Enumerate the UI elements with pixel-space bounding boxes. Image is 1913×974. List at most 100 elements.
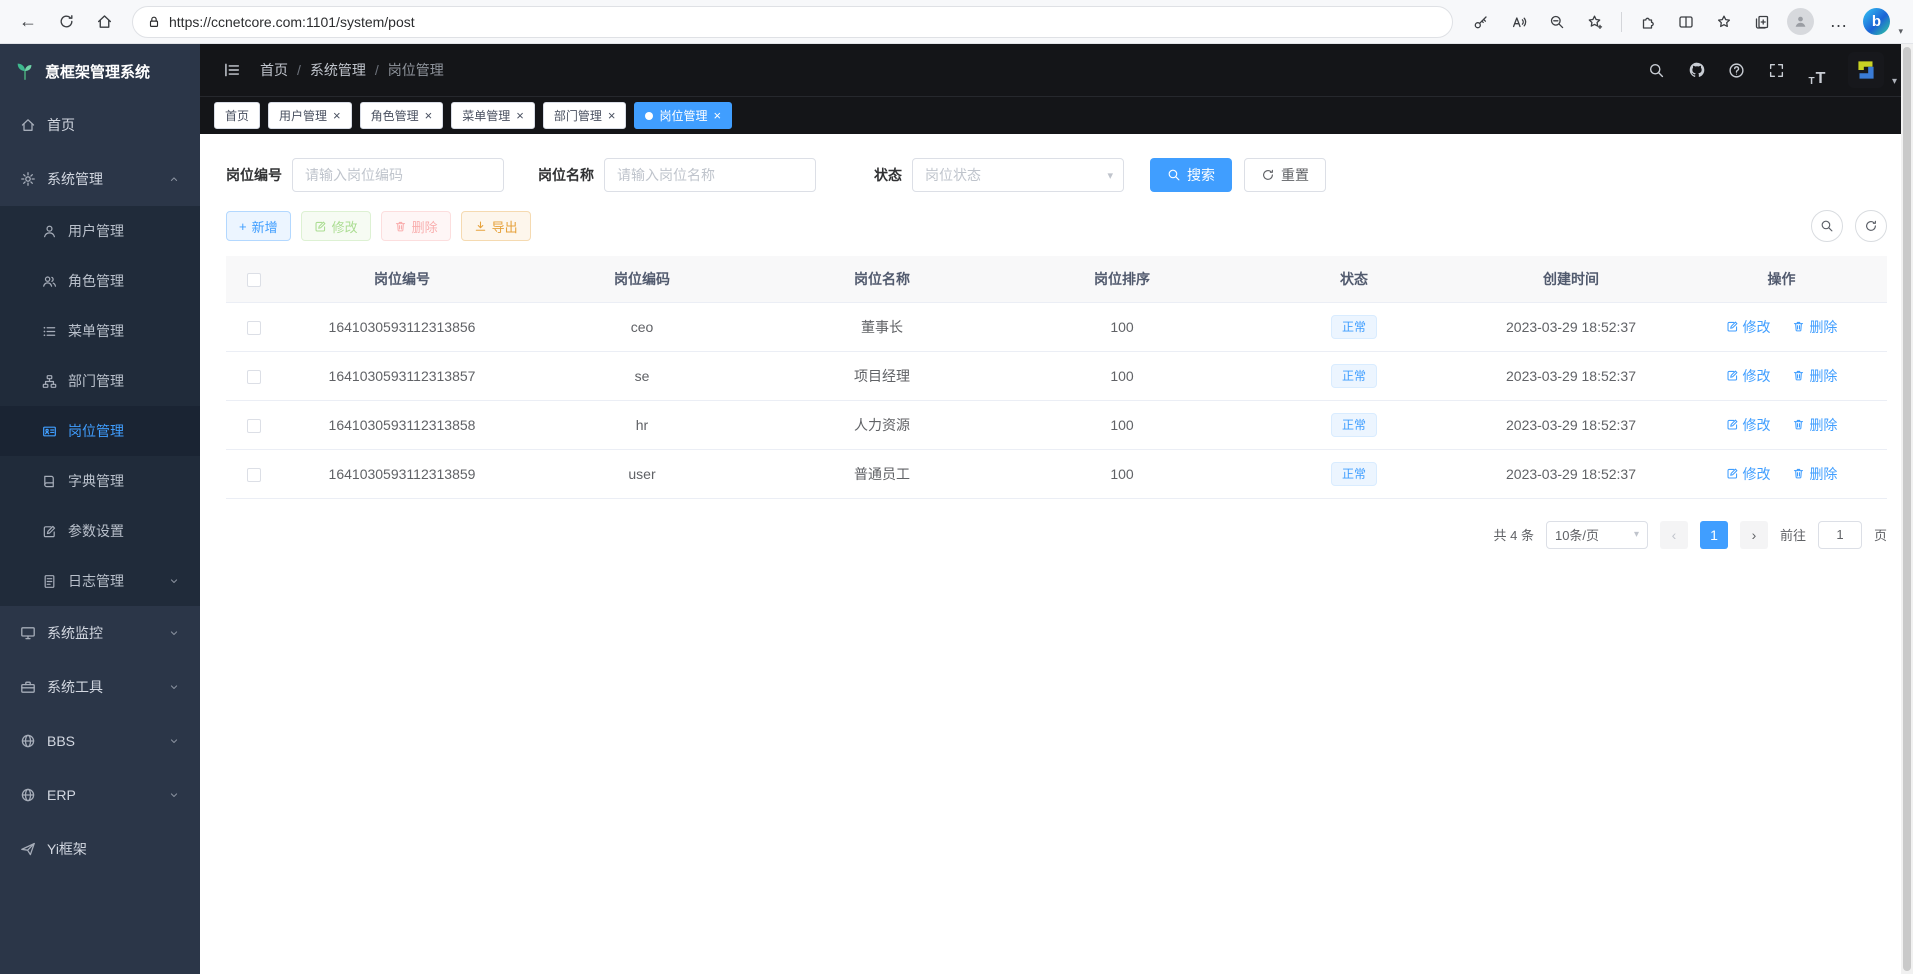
tab-role-management[interactable]: 角色管理 × [360,102,444,129]
sidebar-item-bbs[interactable]: BBS [0,714,200,768]
back-button[interactable]: ← [10,5,46,39]
select-all-checkbox[interactable] [247,273,261,287]
password-key-button[interactable] [1463,5,1499,39]
fullscreen-button[interactable] [1760,53,1794,87]
row-delete-link[interactable]: 删除 [1792,366,1837,386]
sidebar-item-departments[interactable]: 部门管理 [0,356,200,406]
close-icon[interactable]: × [333,109,341,122]
person-icon [1793,14,1808,29]
more-icon: … [1829,11,1847,32]
add-button[interactable]: + 新增 [226,211,291,241]
table-toolbar: + 新增 修改 删除 导出 [226,210,1887,242]
row-edit-link[interactable]: 修改 [1726,415,1771,435]
sidebar-toggle-button[interactable] [216,54,248,86]
favorites-button[interactable] [1706,5,1742,39]
close-icon[interactable]: × [608,109,616,122]
row-checkbox[interactable] [247,370,261,384]
row-delete-link[interactable]: 删除 [1792,415,1837,435]
close-icon[interactable]: × [516,109,524,122]
column-post-id: 岗位编号 [282,256,522,302]
sidebar-item-roles[interactable]: 角色管理 [0,256,200,306]
edit-button[interactable]: 修改 [301,211,371,241]
home-button[interactable] [86,5,122,39]
sidebar-item-menus[interactable]: 菜单管理 [0,306,200,356]
cell-created: 2023-03-29 18:52:37 [1466,400,1676,449]
user-avatar[interactable] [1848,52,1884,88]
tab-post-management[interactable]: 岗位管理 × [634,102,732,129]
header-search-button[interactable] [1640,53,1674,87]
row-delete-link[interactable]: 删除 [1792,317,1837,337]
bing-button[interactable]: b [1858,5,1894,39]
row-checkbox[interactable] [247,321,261,335]
page-size-select[interactable]: 10条/页 ▾ [1546,521,1648,549]
trash-icon [1792,467,1805,480]
navbar-right: T T ▾ [1640,52,1897,88]
row-checkbox[interactable] [247,419,261,433]
trash-icon [1792,369,1805,382]
extensions-button[interactable] [1630,5,1666,39]
window-scrollbar[interactable] [1901,44,1913,974]
sidebar-item-logs[interactable]: 日志管理 [0,556,200,606]
collections-button[interactable] [1744,5,1780,39]
prev-page-button[interactable]: ‹ [1660,521,1688,549]
address-bar[interactable]: https://ccnetcore.com:1101/system/post [132,6,1453,38]
sidebar-item-tools[interactable]: 系统工具 [0,660,200,714]
page-number-button[interactable]: 1 [1700,521,1728,549]
breadcrumb-home[interactable]: 首页 [260,60,288,80]
github-button[interactable] [1680,53,1714,87]
close-icon[interactable]: × [425,109,433,122]
tab-department-management[interactable]: 部门管理 × [543,102,627,129]
row-delete-link[interactable]: 删除 [1792,464,1837,484]
scrollbar-thumb[interactable] [1903,47,1911,971]
font-size-large-icon: T [1816,71,1826,87]
close-icon[interactable]: × [713,109,721,122]
sidebar-item-system[interactable]: 系统管理 [0,152,200,206]
row-checkbox[interactable] [247,468,261,482]
goto-page-input[interactable] [1818,521,1862,549]
help-button[interactable] [1720,53,1754,87]
read-aloud-button[interactable] [1501,5,1537,39]
zoom-button[interactable] [1539,5,1575,39]
sidebar-item-dictionary[interactable]: 字典管理 [0,456,200,506]
browser-profile-button[interactable] [1782,5,1818,39]
row-edit-link[interactable]: 修改 [1726,366,1771,386]
row-edit-link[interactable]: 修改 [1726,464,1771,484]
sidebar-item-parameters[interactable]: 参数设置 [0,506,200,556]
cell-post-name: 项目经理 [762,351,1002,400]
show-search-button[interactable] [1811,210,1843,242]
reset-button[interactable]: 重置 [1244,158,1326,192]
search-button[interactable]: 搜索 [1150,158,1232,192]
sidebar-item-erp[interactable]: ERP [0,768,200,822]
edit-icon [1726,467,1739,480]
sidebar-item-users[interactable]: 用户管理 [0,206,200,256]
bing-caret-icon[interactable]: ▾ [1898,26,1903,39]
refresh-table-button[interactable] [1855,210,1887,242]
status-badge: 正常 [1331,462,1377,486]
user-menu-caret-icon[interactable]: ▾ [1892,76,1897,88]
question-circle-icon [1728,62,1745,79]
refresh-button[interactable] [48,5,84,39]
font-size-button[interactable]: T T [1800,53,1834,87]
column-post-sort: 岗位排序 [1002,256,1242,302]
favorites-add-button[interactable] [1577,5,1613,39]
post-code-input[interactable] [292,158,504,192]
tab-home[interactable]: 首页 [214,102,260,129]
browser-menu-button[interactable]: … [1820,5,1856,39]
cell-post-sort: 100 [1002,351,1242,400]
sidebar-item-monitor[interactable]: 系统监控 [0,606,200,660]
sidebar-item-yi-framework[interactable]: Yi框架 [0,822,200,876]
export-button[interactable]: 导出 [461,211,531,241]
column-post-code: 岗位编码 [522,256,762,302]
delete-button[interactable]: 删除 [381,211,451,241]
split-screen-button[interactable] [1668,5,1704,39]
next-page-button[interactable]: › [1740,521,1768,549]
post-name-input[interactable] [604,158,816,192]
tab-user-management[interactable]: 用户管理 × [268,102,352,129]
status-select[interactable]: 岗位状态 ▾ [912,158,1124,192]
row-edit-link[interactable]: 修改 [1726,317,1771,337]
table-right-tools [1811,210,1887,242]
breadcrumb-system[interactable]: 系统管理 [310,60,366,80]
tab-menu-management[interactable]: 菜单管理 × [451,102,535,129]
sidebar-item-posts[interactable]: 岗位管理 [0,406,200,456]
sidebar-item-home[interactable]: 首页 [0,98,200,152]
